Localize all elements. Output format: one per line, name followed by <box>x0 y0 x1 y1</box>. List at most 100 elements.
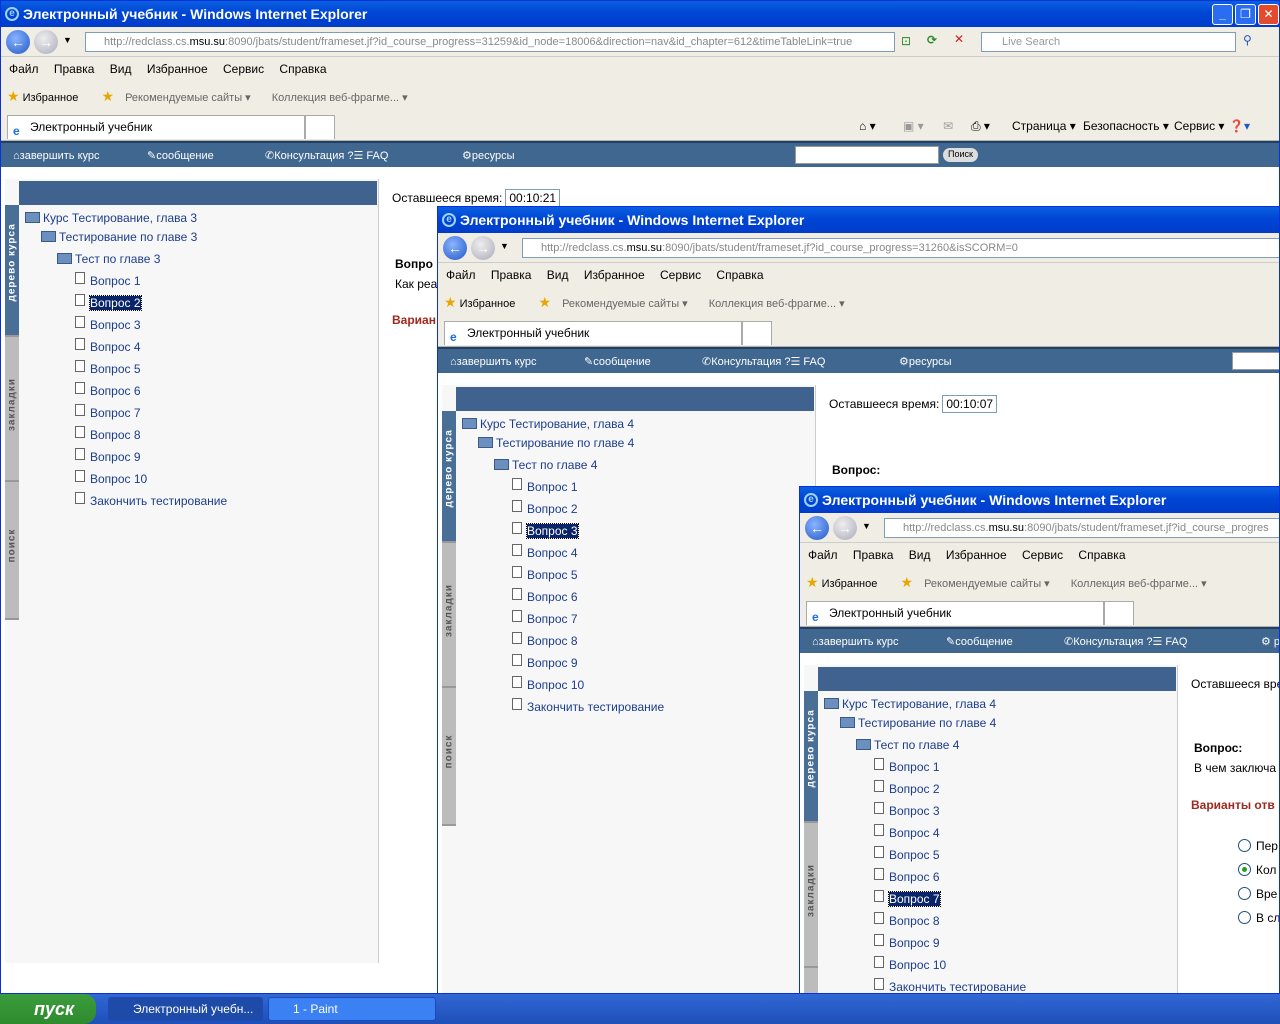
address-input[interactable]: http://redclass.cs.msu.su:8090/jbats/stu… <box>522 238 1279 258</box>
finish-course-button[interactable]: ⌂ завершить курс <box>450 349 537 375</box>
forward-button[interactable]: → <box>833 516 857 540</box>
maximize-button[interactable]: ❐ <box>1235 4 1256 25</box>
window-title-bar[interactable]: e Электронный учебник - Windows Internet… <box>438 207 1279 233</box>
menu-view[interactable]: Вид <box>547 268 569 282</box>
tree-question[interactable]: Вопрос 2 <box>75 294 142 312</box>
stop-icon[interactable]: ✕ <box>954 32 964 46</box>
resources-button[interactable]: ⚙ ресурсы <box>899 349 952 375</box>
refresh-icon[interactable]: ⟳ <box>927 33 937 47</box>
tree-test[interactable]: Тест по главе 3 <box>57 250 160 268</box>
menu-tools[interactable]: Сервис <box>660 268 701 282</box>
tree-chapter[interactable]: Тестирование по главе 4 <box>478 434 634 452</box>
compat-icon[interactable]: ⊡ <box>901 34 911 48</box>
tree-question[interactable]: Вопрос 6 <box>512 588 578 606</box>
history-dropdown-icon[interactable]: ▼ <box>862 521 871 531</box>
message-button[interactable]: ✎ сообщение <box>946 629 1013 655</box>
menu-edit[interactable]: Правка <box>491 268 532 282</box>
favorites-button[interactable]: Избранное <box>23 92 79 104</box>
menu-help[interactable]: Справка <box>1078 548 1125 562</box>
tree-question[interactable]: Вопрос 9 <box>75 448 141 466</box>
tree-question[interactable]: Вопрос 8 <box>874 912 940 930</box>
menu-file[interactable]: Файл <box>9 62 39 76</box>
tree-question[interactable]: Вопрос 2 <box>512 500 578 518</box>
answer-option[interactable]: Кол <box>1238 863 1276 877</box>
sidetab-bookmarks[interactable]: закладки <box>5 337 19 482</box>
tree-chapter[interactable]: Тестирование по главе 3 <box>41 228 197 246</box>
tree-test[interactable]: Тест по главе 4 <box>494 456 597 474</box>
sidetab-bookmarks[interactable]: закладки <box>804 823 818 968</box>
tree-question[interactable]: Вопрос 4 <box>874 824 940 842</box>
feeds-icon[interactable]: ▣ ▾ <box>903 117 924 135</box>
tree-question[interactable]: Вопрос 1 <box>874 758 940 776</box>
add-favorite-icon[interactable]: ★ <box>538 294 551 310</box>
new-tab-button[interactable] <box>1104 601 1134 625</box>
menu-tools[interactable]: Сервис <box>223 62 264 76</box>
course-search-input[interactable] <box>795 146 939 164</box>
menu-favorites[interactable]: Избранное <box>946 548 1007 562</box>
tab-electronic-textbook[interactable]: e Электронный учебник <box>806 601 1104 625</box>
tree-question[interactable]: Вопрос 10 <box>75 470 147 488</box>
message-button[interactable]: ✎ сообщение <box>147 143 214 169</box>
taskbar-item-paint[interactable]: 1 - Paint <box>268 997 436 1021</box>
tree-question[interactable]: Вопрос 7 <box>874 890 941 908</box>
forward-button[interactable]: → <box>471 236 495 260</box>
menu-help[interactable]: Справка <box>716 268 763 282</box>
tree-question[interactable]: Вопрос 10 <box>874 956 946 974</box>
taskbar-item-ie[interactable]: Электронный учебн... <box>108 997 263 1021</box>
web-slice-gallery-link[interactable]: Коллекция веб-фрагме... <box>1071 578 1198 590</box>
tree-question[interactable]: Вопрос 5 <box>512 566 578 584</box>
tree-question[interactable]: Вопрос 5 <box>75 360 141 378</box>
radio-button[interactable] <box>1238 887 1251 900</box>
tree-course[interactable]: Курс Тестирование, глава 4 <box>824 695 996 713</box>
live-search-input[interactable]: Live Search <box>981 32 1236 52</box>
sidetab-search[interactable]: поиск <box>442 688 456 826</box>
answer-option[interactable]: В сл <box>1238 911 1279 925</box>
sidetab-search[interactable] <box>804 968 818 993</box>
answer-option[interactable]: Вре <box>1238 887 1277 901</box>
recommended-sites-link[interactable]: Рекомендуемые сайты <box>562 298 679 310</box>
tree-question[interactable]: Вопрос 1 <box>75 272 141 290</box>
consultation-faq-button[interactable]: ✆ Консультация ?☰ FAQ <box>702 349 825 375</box>
start-button[interactable]: пуск <box>0 994 96 1024</box>
consultation-faq-button[interactable]: ✆ Консультация ?☰ FAQ <box>265 143 388 169</box>
new-tab-button[interactable] <box>742 321 772 345</box>
course-search-button[interactable]: Поиск <box>943 148 978 162</box>
web-slice-gallery-link[interactable]: Коллекция веб-фрагме... <box>272 92 399 104</box>
sidetab-bookmarks[interactable]: закладки <box>442 543 456 688</box>
tree-question[interactable]: Вопрос 6 <box>75 382 141 400</box>
tree-finish-testing[interactable]: Закончить тестирование <box>75 492 227 510</box>
recommended-sites-link[interactable]: Рекомендуемые сайты <box>125 92 242 104</box>
tree-question[interactable]: Вопрос 4 <box>75 338 141 356</box>
tree-question[interactable]: Вопрос 3 <box>512 522 579 540</box>
menu-file[interactable]: Файл <box>808 548 838 562</box>
tree-finish-testing[interactable]: Закончить тестирование <box>512 698 664 716</box>
radio-button[interactable] <box>1238 863 1251 876</box>
window-title-bar[interactable]: e Электронный учебник - Windows Internet… <box>800 487 1279 513</box>
favorites-button[interactable]: Избранное <box>460 298 516 310</box>
menu-edit[interactable]: Правка <box>853 548 894 562</box>
tree-question[interactable]: Вопрос 7 <box>512 610 578 628</box>
page-menu[interactable]: Страница ▾ <box>1012 117 1076 135</box>
minimize-button[interactable]: _ <box>1212 4 1233 25</box>
tree-question[interactable]: Вопрос 9 <box>512 654 578 672</box>
radio-button[interactable] <box>1238 839 1251 852</box>
tab-electronic-textbook[interactable]: e Электронный учебник <box>444 321 742 345</box>
sidetab-course-tree[interactable]: дерево курса <box>804 691 818 823</box>
sidetab-course-tree[interactable]: дерево курса <box>442 411 456 543</box>
close-button[interactable]: ✕ <box>1258 4 1279 25</box>
favorites-button[interactable]: Избранное <box>822 578 878 590</box>
tree-question[interactable]: Вопрос 2 <box>874 780 940 798</box>
sidetab-course-tree[interactable]: дерево курса <box>5 205 19 337</box>
resources-button[interactable]: ⚙ ресурсы <box>462 143 515 169</box>
menu-view[interactable]: Вид <box>909 548 931 562</box>
tree-question[interactable]: Вопрос 10 <box>512 676 584 694</box>
menu-favorites[interactable]: Избранное <box>584 268 645 282</box>
tree-question[interactable]: Вопрос 4 <box>512 544 578 562</box>
tab-electronic-textbook[interactable]: e Электронный учебник <box>7 115 305 139</box>
back-button[interactable]: ← <box>805 516 829 540</box>
mail-icon[interactable]: ✉ <box>943 117 953 135</box>
tree-question[interactable]: Вопрос 7 <box>75 404 141 422</box>
resources-icon[interactable]: ⚙ р <box>1261 629 1279 655</box>
safety-menu[interactable]: Безопасность ▾ <box>1083 117 1169 135</box>
message-button[interactable]: ✎ сообщение <box>584 349 651 375</box>
